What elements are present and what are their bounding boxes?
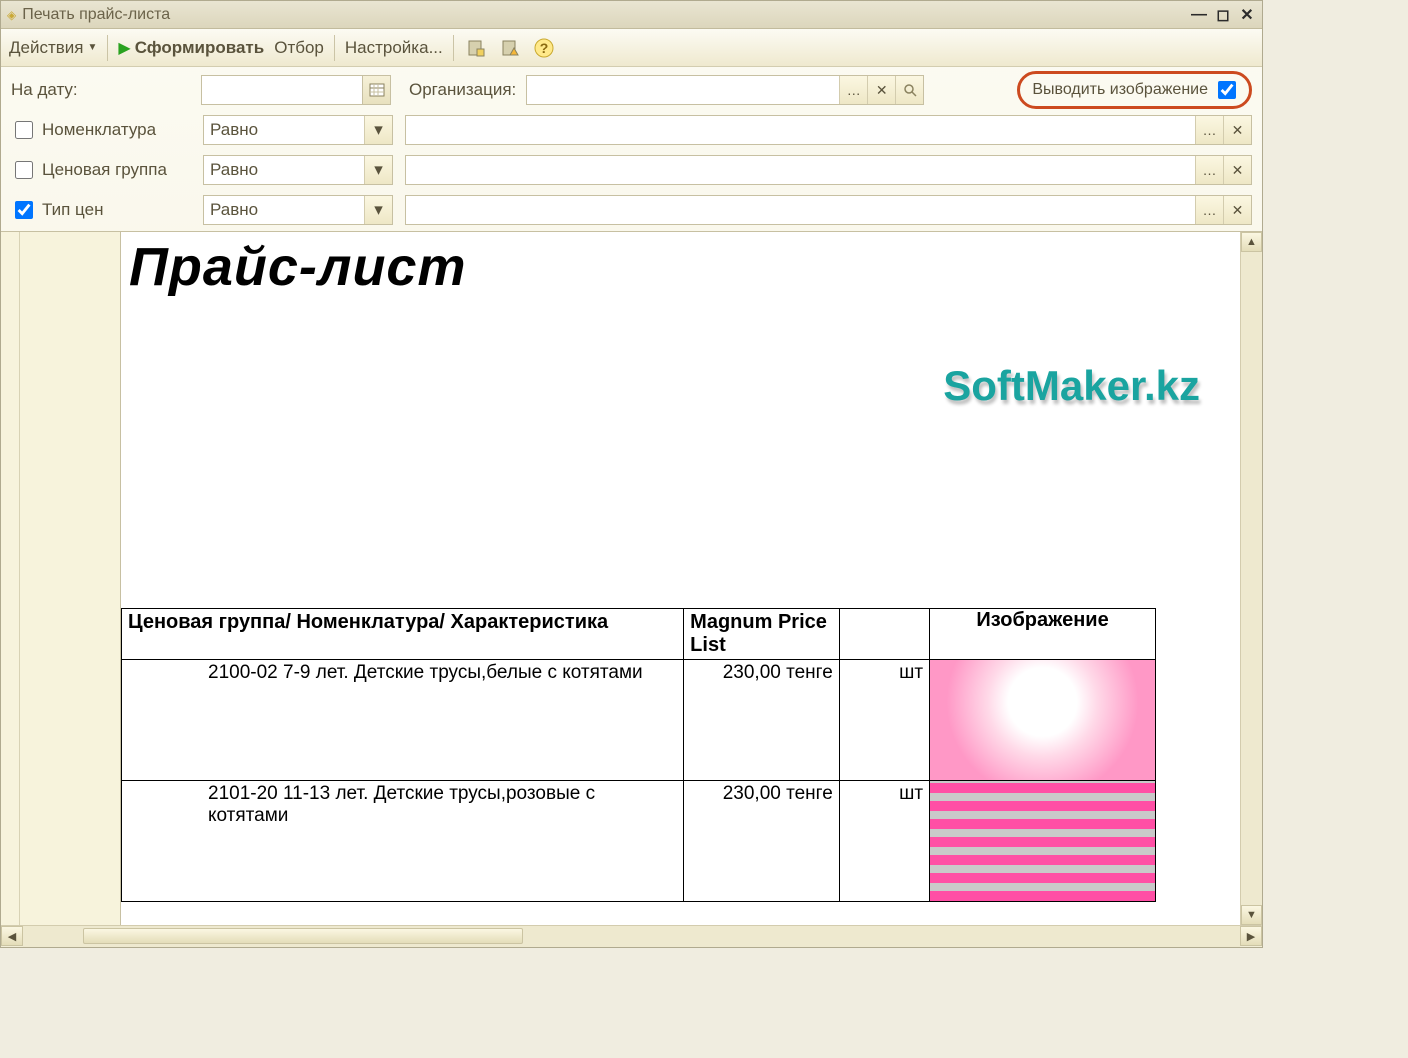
filter-pricetype-checkbox[interactable] xyxy=(15,201,33,219)
item-price: 230,00 тенге xyxy=(684,781,840,902)
toolbar-icon-1[interactable] xyxy=(464,36,488,60)
scroll-up-button[interactable]: ▲ xyxy=(1241,232,1262,252)
watermark: SoftMaker.kz xyxy=(943,362,1200,410)
scroll-track[interactable] xyxy=(1241,252,1262,905)
separator xyxy=(453,35,454,61)
svg-text:?: ? xyxy=(539,40,548,56)
minimize-button[interactable]: — xyxy=(1190,6,1208,24)
scroll-track[interactable] xyxy=(23,926,1240,947)
filter-pricetype-op[interactable]: Равно ▾ xyxy=(203,195,393,225)
vertical-scrollbar[interactable]: ▲ ▼ xyxy=(1240,232,1262,925)
filter-pricetype-value[interactable]: … ✕ xyxy=(405,195,1252,225)
window-title: Печать прайс-листа xyxy=(22,6,1184,24)
filter-panel: На дату: Организация: … ✕ Выводить изобр… xyxy=(1,67,1262,231)
chevron-down-icon: ▼ xyxy=(87,42,97,53)
output-image-toggle[interactable]: Выводить изображение xyxy=(1017,71,1252,109)
filter-pricegroup-op[interactable]: Равно ▾ xyxy=(203,155,393,185)
price-table: Ценовая группа/ Номенклатура/ Характерис… xyxy=(121,608,1156,902)
report-title: Прайс-лист xyxy=(121,232,1240,298)
filter-nomenclature[interactable]: Номенклатура xyxy=(11,115,191,145)
product-image xyxy=(930,781,1155,901)
date-input[interactable] xyxy=(201,75,391,105)
col-unit-header xyxy=(839,609,929,660)
choose-button[interactable]: … xyxy=(1195,196,1223,224)
scroll-left-button[interactable]: ◀ xyxy=(1,926,23,946)
chevron-down-icon[interactable]: ▾ xyxy=(364,156,392,184)
filter-pricetype[interactable]: Тип цен xyxy=(11,195,191,225)
org-choose-button[interactable]: … xyxy=(839,76,867,104)
filter-pricegroup[interactable]: Ценовая группа xyxy=(11,155,191,185)
help-button[interactable]: ? xyxy=(532,36,556,60)
item-price: 230,00 тенге xyxy=(684,660,840,781)
col-item-header: Ценовая группа/ Номенклатура/ Характерис… xyxy=(122,609,684,660)
toolbar: Действия ▼ ▶ Сформировать Отбор Настройк… xyxy=(1,29,1262,67)
item-unit: шт xyxy=(839,660,929,781)
filter-button[interactable]: Отбор xyxy=(274,38,324,58)
col-image-header: Изображение xyxy=(930,609,1156,660)
choose-button[interactable]: … xyxy=(1195,156,1223,184)
date-label: На дату: xyxy=(11,80,191,100)
org-label: Организация: xyxy=(409,80,516,100)
choose-button[interactable]: … xyxy=(1195,116,1223,144)
play-icon: ▶ xyxy=(118,38,130,58)
table-row: 2101-20 11-13 лет. Детские трусы,розовые… xyxy=(122,781,1156,902)
scroll-right-button[interactable]: ▶ xyxy=(1240,926,1262,946)
col-price-header: Magnum Price List xyxy=(684,609,840,660)
report-area: Прайс-лист SoftMaker.kz Ценовая группа/ … xyxy=(1,231,1262,925)
scroll-thumb[interactable] xyxy=(83,928,523,944)
item-unit: шт xyxy=(839,781,929,902)
item-name: 2100-02 7-9 лет. Детские трусы,белые с к… xyxy=(128,662,677,684)
calendar-button[interactable] xyxy=(362,76,390,104)
actions-menu[interactable]: Действия ▼ xyxy=(9,38,97,58)
app-icon: ◈ xyxy=(7,8,16,22)
filter-nomenclature-checkbox[interactable] xyxy=(15,121,33,139)
separator xyxy=(334,35,335,61)
filter-nomenclature-value[interactable]: … ✕ xyxy=(405,115,1252,145)
separator xyxy=(107,35,108,61)
horizontal-scrollbar[interactable]: ◀ ▶ xyxy=(1,925,1262,947)
settings-button[interactable]: Настройка... xyxy=(345,38,443,58)
clear-button[interactable]: ✕ xyxy=(1223,196,1251,224)
report-content: Прайс-лист SoftMaker.kz Ценовая группа/ … xyxy=(121,232,1240,925)
titlebar: ◈ Печать прайс-листа — ◻ ✕ xyxy=(1,1,1262,29)
clear-button[interactable]: ✕ xyxy=(1223,156,1251,184)
toolbar-icon-2[interactable] xyxy=(498,36,522,60)
output-image-checkbox[interactable] xyxy=(1218,81,1236,99)
product-image xyxy=(930,660,1155,780)
chevron-down-icon[interactable]: ▾ xyxy=(364,116,392,144)
generate-button[interactable]: ▶ Сформировать xyxy=(118,38,264,58)
org-clear-button[interactable]: ✕ xyxy=(867,76,895,104)
close-button[interactable]: ✕ xyxy=(1238,6,1256,24)
item-name: 2101-20 11-13 лет. Детские трусы,розовые… xyxy=(128,783,677,827)
org-search-button[interactable] xyxy=(895,76,923,104)
filter-pricegroup-checkbox[interactable] xyxy=(15,161,33,179)
table-row: 2100-02 7-9 лет. Детские трусы,белые с к… xyxy=(122,660,1156,781)
row-gutter xyxy=(1,232,121,925)
org-input[interactable]: … ✕ xyxy=(526,75,924,105)
scroll-down-button[interactable]: ▼ xyxy=(1241,905,1262,925)
filter-nomenclature-op[interactable]: Равно ▾ xyxy=(203,115,393,145)
clear-button[interactable]: ✕ xyxy=(1223,116,1251,144)
maximize-button[interactable]: ◻ xyxy=(1214,6,1232,24)
chevron-down-icon[interactable]: ▾ xyxy=(364,196,392,224)
filter-pricegroup-value[interactable]: … ✕ xyxy=(405,155,1252,185)
